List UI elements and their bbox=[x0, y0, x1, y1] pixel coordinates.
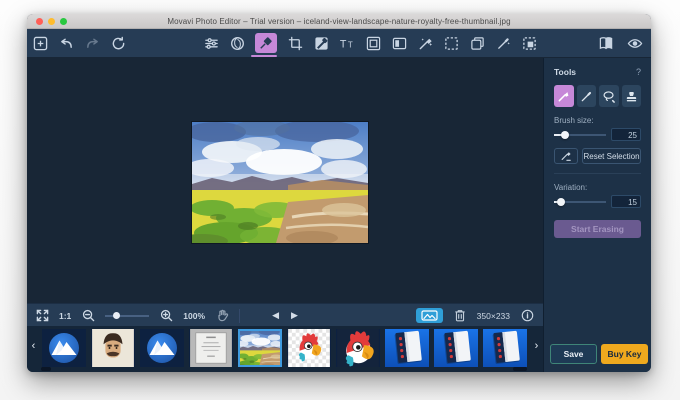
brush-size-slider-thumb[interactable] bbox=[561, 130, 570, 139]
background-removal-icon[interactable] bbox=[313, 35, 329, 51]
svg-text:T: T bbox=[340, 38, 347, 50]
variation-slider-thumb[interactable] bbox=[556, 197, 565, 206]
actual-size-button[interactable]: 1:1 bbox=[59, 311, 71, 321]
brush-size-value[interactable]: 25 bbox=[611, 128, 641, 141]
add-file-icon[interactable] bbox=[32, 35, 48, 51]
close-window-button[interactable] bbox=[36, 18, 43, 25]
zoom-percent: 100% bbox=[183, 310, 206, 321]
filmstrip-toggle-icon[interactable] bbox=[415, 308, 443, 323]
filmstrip-next-button[interactable]: › bbox=[530, 326, 543, 366]
fit-screen-icon[interactable] bbox=[34, 308, 50, 324]
undo-icon[interactable] bbox=[58, 35, 74, 51]
info-icon[interactable] bbox=[519, 308, 535, 324]
help-icon[interactable]: ? bbox=[636, 67, 641, 77]
selected-tool-underline bbox=[251, 55, 277, 57]
titlebar: Movavi Photo Editor – Trial version – ic… bbox=[27, 14, 651, 29]
filmstrip-prev-button[interactable]: ‹ bbox=[27, 326, 40, 366]
zoom-slider-thumb[interactable] bbox=[113, 311, 121, 319]
thumbnail-parrot-dark[interactable] bbox=[336, 329, 380, 367]
brush-tool-button[interactable] bbox=[554, 85, 574, 107]
lasso-tool-button[interactable] bbox=[599, 85, 619, 107]
variation-value[interactable]: 15 bbox=[611, 195, 641, 208]
image-dimensions: 350×233 bbox=[476, 310, 510, 321]
thumbnail-portrait[interactable] bbox=[91, 329, 135, 367]
filmstrip-scrollbar[interactable] bbox=[29, 367, 541, 371]
desktop: Movavi Photo Editor – Trial version – ic… bbox=[0, 0, 680, 400]
app-window: Movavi Photo Editor – Trial version – ic… bbox=[27, 14, 651, 372]
magic-wand-icon[interactable] bbox=[495, 35, 511, 51]
adjust-icon[interactable] bbox=[203, 35, 219, 51]
retouch-icon[interactable] bbox=[417, 35, 433, 51]
thumbnail-blue-book[interactable] bbox=[385, 329, 429, 367]
start-erasing-button[interactable]: Start Erasing bbox=[554, 220, 641, 238]
before-after-icon[interactable] bbox=[598, 35, 614, 51]
copy-icon[interactable] bbox=[469, 35, 485, 51]
zoom-out-icon[interactable] bbox=[80, 308, 96, 324]
trash-icon[interactable] bbox=[452, 308, 468, 324]
tools-panel-title: Tools bbox=[554, 67, 577, 77]
hand-icon[interactable] bbox=[214, 308, 230, 324]
selection-icon[interactable] bbox=[443, 35, 459, 51]
zoom-window-button[interactable] bbox=[60, 18, 67, 25]
traffic-lights bbox=[36, 18, 67, 25]
minimize-window-button[interactable] bbox=[48, 18, 55, 25]
next-image-button[interactable]: ▶ bbox=[291, 310, 298, 321]
frames-icon[interactable] bbox=[365, 35, 381, 51]
brush-size-slider[interactable] bbox=[554, 130, 606, 139]
preview-eye-icon[interactable] bbox=[627, 35, 643, 51]
window-title: Movavi Photo Editor – Trial version – ic… bbox=[167, 16, 511, 26]
thumbnail-blue-book[interactable] bbox=[434, 329, 478, 367]
status-bar: 1:1 100% ◀ ▶ 350×233 bbox=[27, 303, 543, 326]
stamp-tool-button[interactable] bbox=[621, 85, 641, 107]
svg-text:T: T bbox=[348, 40, 353, 49]
canvas-zoom-slider[interactable] bbox=[105, 311, 150, 321]
crop-icon[interactable] bbox=[287, 35, 303, 51]
object-removal-icon[interactable] bbox=[255, 33, 277, 53]
filmstrip-thumbnails bbox=[42, 329, 527, 367]
thumbnail-parrot-light[interactable] bbox=[287, 329, 331, 367]
redo-icon[interactable] bbox=[84, 35, 100, 51]
split-view-icon[interactable] bbox=[391, 35, 407, 51]
magic-wand-tool-button[interactable] bbox=[576, 85, 596, 107]
canvas-area[interactable] bbox=[27, 58, 543, 303]
tools-panel: Tools ? Brush size: 25 Reset Selection V… bbox=[543, 58, 651, 372]
zoom-in-icon[interactable] bbox=[158, 308, 174, 324]
thumbnail-mountain-logo[interactable] bbox=[42, 329, 86, 367]
variation-label: Variation: bbox=[554, 183, 588, 192]
paste-selection-icon[interactable] bbox=[521, 35, 537, 51]
filmstrip: ‹ › bbox=[27, 326, 543, 372]
variation-slider[interactable] bbox=[554, 197, 606, 206]
text-icon[interactable]: TT bbox=[339, 35, 355, 51]
edited-photo[interactable] bbox=[192, 122, 368, 243]
toolbar: TT bbox=[27, 29, 651, 57]
thumbnail-landscape-selected[interactable] bbox=[238, 329, 282, 367]
reset-icon[interactable] bbox=[110, 35, 126, 51]
effects-icon[interactable] bbox=[229, 35, 245, 51]
brush-size-label: Brush size: bbox=[554, 116, 594, 125]
thumbnail-certificate[interactable] bbox=[189, 329, 233, 367]
save-button[interactable]: Save bbox=[550, 344, 597, 364]
thumbnail-mountain-logo[interactable] bbox=[140, 329, 184, 367]
eraser-icon[interactable] bbox=[554, 148, 578, 164]
thumbnail-blue-book[interactable] bbox=[483, 329, 527, 367]
prev-image-button[interactable]: ◀ bbox=[272, 310, 279, 321]
buy-key-button[interactable]: Buy Key bbox=[601, 344, 648, 364]
reset-selection-button[interactable]: Reset Selection bbox=[582, 148, 641, 164]
